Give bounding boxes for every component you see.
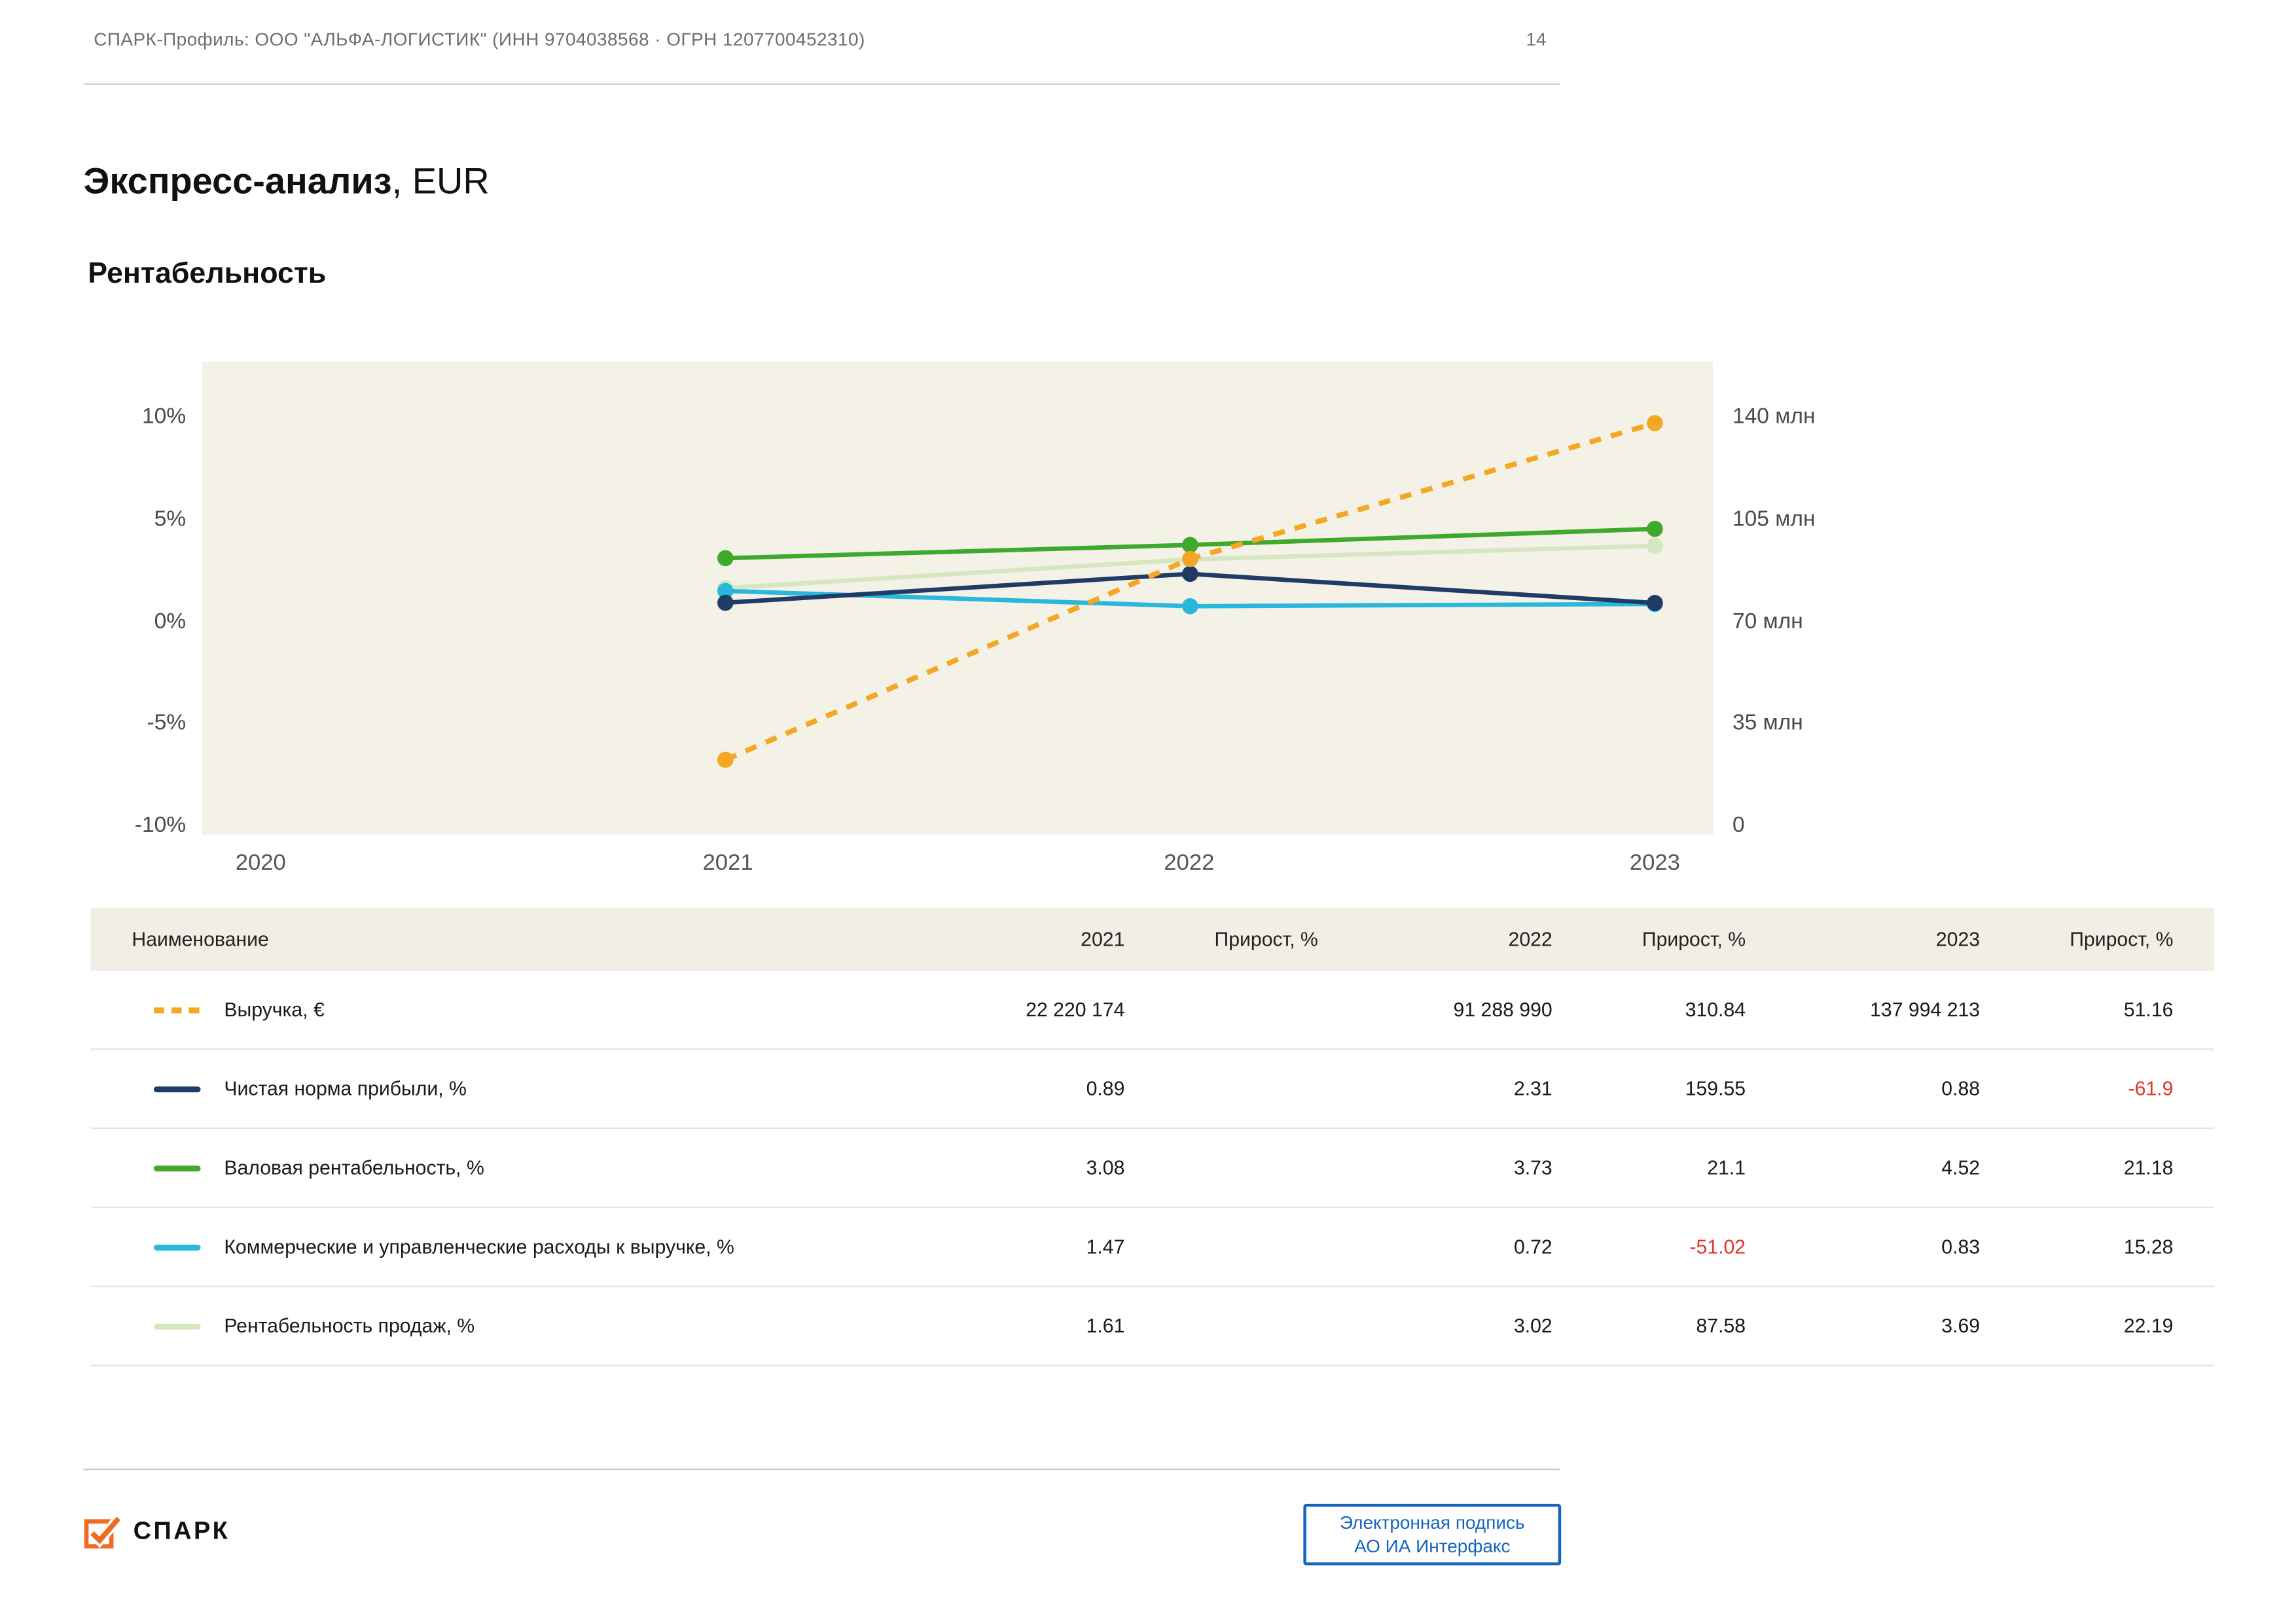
table-row: Чистая норма прибыли, % 0.89 2.31 159.55… [90,1050,2215,1130]
header-divider [83,83,1560,85]
cell-value: 1.47 [1086,1236,1125,1258]
row-name: Валовая рентабельность, % [91,1157,941,1179]
cell-value: 2.31 [1513,1077,1552,1100]
row-name: Рентабельность продаж, % [91,1315,941,1337]
cell-value: 159.55 [1685,1077,1746,1100]
page-number: 14 [1526,29,1547,50]
cell-value: 3.73 [1513,1156,1552,1179]
cell-value: 310.84 [1685,998,1746,1021]
axis-tick: 70 млн [1732,608,1803,633]
cell-value: 4.52 [1941,1156,1981,1179]
series-swatch-revenue [153,1007,201,1013]
table-header-row: Наименование 2021 Прирост, % 2022 Прирос… [90,908,2215,971]
cell-value: 91 288 990 [1453,998,1552,1021]
spark-logo-text: СПАРК [133,1517,230,1545]
axis-tick: 105 млн [1732,506,1816,531]
page-title-suffix: , EUR [391,161,490,202]
cell-value: 1.61 [1086,1315,1125,1337]
cell-value: 0.83 [1941,1236,1981,1258]
left-axis-ticks: 10% 5% 0% -5% -10% [20,404,186,838]
row-label: Валовая рентабельность, % [224,1156,484,1179]
cell-value: -61.9 [2128,1077,2174,1100]
cell-value: 22 220 174 [1026,998,1125,1021]
series-swatch-sales-margin [153,1323,201,1329]
scaled-stage: СПАРК-Профиль: ООО "АЛЬФА-ЛОГИСТИК" (ИНН… [0,0,2296,1623]
spark-logo: СПАРК [84,1514,230,1550]
series-swatch-expenses [153,1243,201,1250]
row-label: Коммерческие и управленческие расходы к … [224,1236,734,1258]
signature-line1: Электронная подпись [1339,1512,1525,1533]
axis-tick: 35 млн [1732,710,1803,736]
axis-tick: 140 млн [1732,404,1816,429]
cell-value: 87.58 [1696,1315,1746,1337]
signature-line2: АО ИА Интерфакс [1354,1536,1511,1557]
table-row: Рентабельность продаж, % 1.61 3.02 87.58… [90,1287,2215,1366]
profitability-chart [202,361,1713,835]
row-name: Выручка, € [91,999,941,1021]
metrics-table: Наименование 2021 Прирост, % 2022 Прирос… [90,908,2215,1366]
row-label: Чистая норма прибыли, % [224,1077,467,1100]
right-axis-ticks: 140 млн 105 млн 70 млн 35 млн 0 [1732,404,1893,838]
column-header: Прирост, % [1641,928,1746,951]
axis-tick: -5% [147,710,187,736]
cell-value: 0.72 [1513,1236,1552,1258]
cell-value: 51.16 [2123,998,2174,1021]
cell-value: 3.08 [1086,1156,1125,1179]
cell-value: 15.28 [2123,1236,2174,1258]
electronic-signature-button[interactable]: Электронная подпись АО ИА Интерфакс [1303,1503,1562,1565]
row-name: Коммерческие и управленческие расходы к … [91,1236,941,1258]
row-label: Выручка, € [224,998,325,1021]
cell-value: 0.88 [1941,1077,1981,1100]
spark-logo-icon [84,1515,122,1549]
series-swatch-net-margin [153,1086,201,1092]
table-row: Выручка, € 22 220 174 91 288 990 310.84 … [90,971,2215,1050]
x-axis-tick: 2023 [1629,850,1680,876]
column-header: Наименование [132,928,269,951]
table-row: Валовая рентабельность, % 3.08 3.73 21.1… [90,1129,2215,1208]
footer-divider [83,1469,1560,1471]
x-axis-tick: 2021 [702,850,753,876]
cell-value: 3.02 [1513,1315,1552,1337]
cell-value: 21.1 [1707,1156,1746,1179]
section-title: Рентабельность [88,257,327,291]
column-header: Прирост, % [1214,928,1318,951]
column-header: 2021 [1081,928,1125,951]
page-title-main: Экспресс-анализ [83,161,392,202]
column-header: 2023 [1935,928,1981,951]
axis-tick: -10% [134,812,187,838]
cell-value: 22.19 [2123,1315,2174,1337]
axis-tick: 0% [154,608,187,633]
column-header: Прирост, % [2070,928,2174,951]
series-swatch-gross-margin [153,1164,201,1171]
report-page: СПАРК-Профиль: ООО "АЛЬФА-ЛОГИСТИК" (ИНН… [0,0,2296,1623]
chart-canvas [717,415,1663,768]
cell-value: 137 994 213 [1870,998,1981,1021]
x-axis-tick: 2020 [235,850,286,876]
cell-value: 0.89 [1086,1077,1125,1100]
row-name: Чистая норма прибыли, % [91,1077,941,1100]
axis-tick: 10% [141,404,187,429]
axis-tick: 0 [1732,812,1745,838]
cell-value: -51.02 [1689,1236,1746,1258]
document-header-title: СПАРК-Профиль: ООО "АЛЬФА-ЛОГИСТИК" (ИНН… [94,29,865,50]
cell-value: 21.18 [2123,1156,2174,1179]
table-row: Коммерческие и управленческие расходы к … [90,1208,2215,1287]
axis-tick: 5% [154,506,187,531]
page-title: Экспресс-анализ, EUR [84,161,490,204]
x-axis-tick: 2022 [1164,850,1215,876]
row-label: Рентабельность продаж, % [224,1315,475,1337]
column-header: 2022 [1508,928,1552,951]
cell-value: 3.69 [1941,1315,1981,1337]
